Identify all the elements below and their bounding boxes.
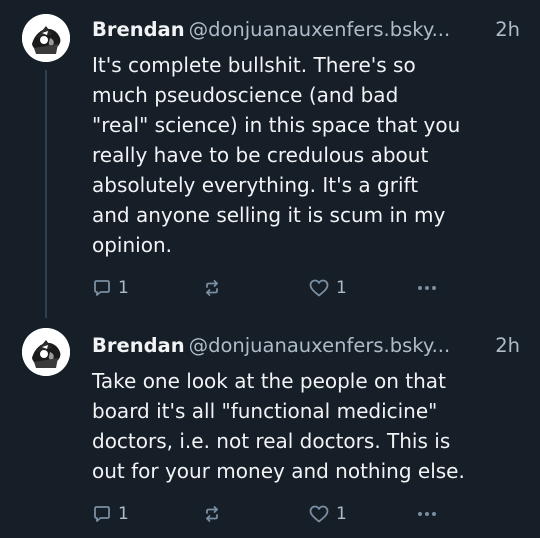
reply-button[interactable]: 1: [92, 500, 129, 528]
avatar[interactable]: [22, 14, 70, 62]
avatar-image: [22, 14, 70, 62]
post[interactable]: Brendan @donjuanauxenfers.bsky... 2h It's…: [0, 0, 540, 318]
post-header: Brendan @donjuanauxenfers.bsky... 2h: [92, 332, 520, 360]
more-options-button[interactable]: [416, 274, 438, 302]
author-handle[interactable]: @donjuanauxenfers.bsky...: [189, 16, 451, 44]
post-text-line: Take one look at the people on that: [92, 369, 446, 393]
reply-count: 1: [118, 504, 129, 524]
post-text-line: board it's all "functional medicine": [92, 399, 438, 423]
more-icon: [418, 512, 436, 516]
thread-feed: Brendan @donjuanauxenfers.bsky... 2h It's…: [0, 0, 540, 538]
reply-count: 1: [118, 278, 129, 298]
like-icon: [309, 279, 329, 297]
avatar[interactable]: [22, 328, 70, 376]
post-actions: 1 1: [92, 500, 436, 528]
post-text-line: opinion.: [92, 233, 172, 257]
avatar-image: [22, 328, 70, 376]
post-text: It's complete bullshit. There's so much …: [92, 50, 502, 260]
post-actions: 1 1: [92, 274, 436, 302]
author-name[interactable]: Brendan: [92, 334, 185, 357]
like-button[interactable]: 1: [308, 274, 347, 302]
post-content: Brendan @donjuanauxenfers.bsky... 2h It's…: [92, 16, 520, 260]
post-text-line: much pseudoscience (and bad: [92, 83, 399, 107]
more-icon: [418, 286, 436, 290]
thread-connector-line: [45, 70, 47, 318]
post-text-line: absolutely everything. It's a grift: [92, 173, 419, 197]
like-button[interactable]: 1: [308, 500, 347, 528]
repost-button[interactable]: [202, 500, 222, 528]
post-content: Brendan @donjuanauxenfers.bsky... 2h Take…: [92, 332, 520, 486]
like-count: 1: [336, 504, 347, 524]
post-text-line: doctors, i.e. not real doctors. This is: [92, 429, 451, 453]
repost-button[interactable]: [202, 274, 222, 302]
post-text-line: and anyone selling it is scum in my: [92, 203, 446, 227]
reply-icon: [94, 506, 110, 522]
more-options-button[interactable]: [416, 500, 438, 528]
repost-icon: [206, 280, 218, 296]
post-text: Take one look at the people on that boar…: [92, 366, 502, 486]
post-header: Brendan @donjuanauxenfers.bsky... 2h: [92, 16, 520, 44]
post-timestamp[interactable]: 2h: [495, 332, 520, 360]
post-text-line: "real" science) in this space that you: [92, 113, 461, 137]
post-text-line: out for your money and nothing else.: [92, 459, 465, 483]
post-timestamp[interactable]: 2h: [495, 16, 520, 44]
author-name[interactable]: Brendan: [92, 18, 185, 41]
reply-icon: [94, 280, 110, 296]
author-handle[interactable]: @donjuanauxenfers.bsky...: [189, 332, 451, 360]
repost-icon: [206, 506, 218, 522]
reply-button[interactable]: 1: [92, 274, 129, 302]
post-text-line: really have to be credulous about: [92, 143, 429, 167]
post-text-line: It's complete bullshit. There's so: [92, 53, 416, 77]
post[interactable]: Brendan @donjuanauxenfers.bsky... 2h Take…: [0, 318, 540, 538]
like-count: 1: [336, 278, 347, 298]
like-icon: [309, 505, 329, 523]
